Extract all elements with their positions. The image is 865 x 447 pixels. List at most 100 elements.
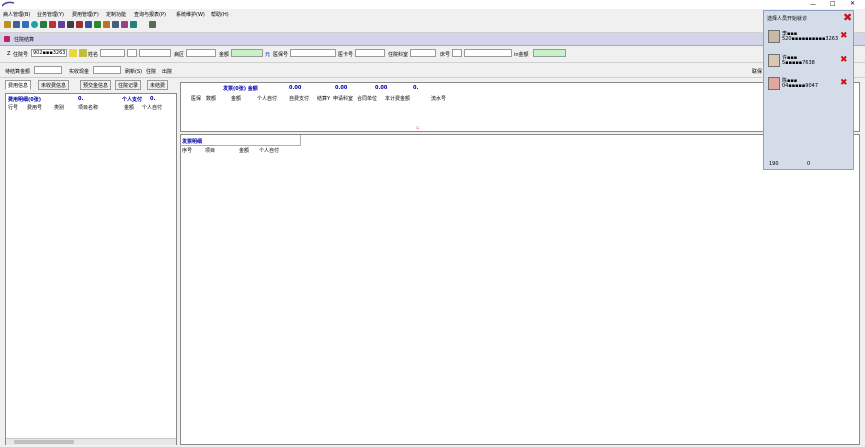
child-window-title: 住院结算 [0, 33, 865, 46]
personal-pay-label: 个人支付 [122, 97, 143, 103]
chooser-title: 选择人员开始就诊 [767, 16, 808, 22]
menu-business[interactable]: 业务管理(Y) [37, 11, 64, 18]
app-logo-icon [1, 1, 15, 7]
sum-col-8: 合同单位 [357, 96, 378, 102]
tab-unsettled[interactable]: 未结费 [147, 80, 169, 90]
invoice-summary-panel: 发票(0张) 金额 0.00 0.00 0.00 0. 医保 数额 金额 个人自… [180, 82, 860, 132]
sum-col-10: 流水号 [431, 96, 447, 102]
tab-admission-record[interactable]: 住院记录 [115, 80, 142, 90]
chooser-close-icon[interactable]: ✖ [843, 12, 852, 23]
toolbar-book-icon[interactable] [85, 21, 92, 28]
window-title: 住院结算 [14, 37, 35, 43]
right-cut-label: 联保 [752, 69, 763, 75]
cursor-marker: ▫ [416, 125, 420, 131]
card-no-label: 医卡号 [338, 52, 354, 58]
toolbar-open-icon[interactable] [4, 21, 11, 28]
medical-no-label: 医保号 [273, 52, 289, 58]
search-icon[interactable] [69, 49, 77, 57]
tab-strip: 费用信息 未收费信息 预交金信息 住院记录 未结费 [5, 80, 175, 92]
menu-report[interactable]: 查询与报表(P) [134, 11, 166, 18]
amount-input[interactable] [231, 49, 263, 57]
bed-no-label: 床号 [440, 52, 451, 58]
toolbar-globe-icon[interactable] [31, 21, 38, 28]
card-no-input[interactable] [355, 49, 385, 57]
menu-help[interactable]: 帮助(H) [211, 11, 229, 18]
col-personal: 个人自付 [142, 105, 163, 111]
sum-col-3: 金额 [231, 96, 242, 102]
fee-detail-title: 费用明细(0张) [8, 97, 42, 103]
person-item[interactable]: 许▪▪▪ 5▪▪▪▪▪7638 ✖ [768, 54, 850, 72]
refresh-button[interactable]: 刷新(S) [125, 68, 142, 75]
tab-unpaid-info[interactable]: 未收费信息 [38, 80, 70, 90]
toolbar-pen-icon[interactable] [121, 21, 128, 28]
toolbar-chart-icon[interactable] [76, 21, 83, 28]
menu-patient[interactable]: 病人管理(B) [3, 11, 30, 18]
menu-custom[interactable]: 定制功能 [106, 11, 126, 18]
person-id: 04▪▪▪▪▪9047 [782, 83, 819, 89]
avatar [768, 54, 780, 67]
toolbar-user-icon[interactable] [112, 21, 119, 28]
patient-chooser-panel: 选择人员开始就诊 ✖ 李▪▪▪ 520▪▪▪▪▪▪▪▪▪▪3263 ✖ 许▪▪▪… [763, 10, 854, 170]
inv-col-1: 序号 [182, 148, 193, 154]
toolbar-tree-icon[interactable] [94, 21, 101, 28]
admission-no-label: 住院号 [13, 52, 29, 58]
toolbar-sigma-icon[interactable] [67, 21, 74, 28]
remove-person-icon[interactable]: ✖ [840, 56, 848, 65]
dept-input[interactable] [410, 49, 436, 57]
actual-input[interactable] [93, 66, 121, 74]
inv-col-3: 金额 [239, 148, 250, 154]
toolbar-back-icon[interactable] [40, 21, 47, 28]
col-row-no: 行号 [8, 105, 19, 111]
person-item[interactable]: 陈▪▪▪ 04▪▪▪▪▪9047 ✖ [768, 77, 850, 95]
pay-input[interactable] [34, 66, 62, 74]
remove-person-icon[interactable]: ✖ [840, 32, 848, 41]
age-input[interactable] [139, 49, 171, 57]
summary-value-2: 0.00 [335, 85, 348, 91]
chooser-footer-left: 190 [769, 161, 779, 167]
menu-bar: 病人管理(B) 业务管理(Y) 费用管理(F) 定制功能 查询与报表(P) 系统… [0, 9, 865, 18]
name-label: 姓名 [88, 52, 99, 58]
discharge-button[interactable]: 出院 [162, 68, 172, 75]
toolbar-table-icon[interactable] [130, 21, 137, 28]
toolbar-calendar-icon[interactable] [58, 21, 65, 28]
extra-input[interactable] [464, 49, 512, 57]
menu-fee[interactable]: 费用管理(F) [72, 11, 99, 18]
admission-no-input[interactable]: 902▪▪▪3263 [31, 49, 67, 57]
card-icon[interactable] [79, 49, 87, 57]
pay-label: 待结算金额 [5, 69, 31, 75]
close-button[interactable]: ✕ [850, 0, 855, 7]
ward-input[interactable] [186, 49, 216, 57]
sum-col-5: 自费支付 [289, 96, 310, 102]
sum-col-2: 数额 [206, 96, 217, 102]
person-item[interactable]: 李▪▪▪ 520▪▪▪▪▪▪▪▪▪▪3263 ✖ [768, 30, 850, 48]
toolbar-grid-icon[interactable] [13, 21, 20, 28]
person-id: 520▪▪▪▪▪▪▪▪▪▪3263 [782, 36, 839, 42]
bed-no-input[interactable] [452, 49, 462, 57]
horizontal-scrollbar[interactable] [6, 438, 176, 445]
medical-no-input[interactable] [290, 49, 336, 57]
summary-value-3: 0.00 [375, 85, 388, 91]
gender-input[interactable] [127, 49, 137, 57]
summary-title: 发票(0张) 金额 [223, 86, 258, 92]
inv-col-2: 项目 [205, 148, 216, 154]
minimize-button[interactable]: — [810, 1, 816, 8]
name-input[interactable] [100, 49, 125, 57]
tab-fee-info[interactable]: 费用信息 [5, 80, 32, 90]
patient-info-row: Z 住院号 902▪▪▪3263 姓名 病区 金额 元 医保号 医卡号 住院科室… [0, 46, 865, 63]
sum-col-4: 个人自付 [257, 96, 278, 102]
tab-deposit-info[interactable]: 预交金信息 [80, 80, 112, 90]
remove-person-icon[interactable]: ✖ [840, 79, 848, 88]
avatar [768, 77, 780, 90]
toolbar-exit-icon[interactable] [149, 21, 156, 28]
menu-system[interactable]: 系统维护(W) [176, 11, 205, 18]
settle-button[interactable]: 住院 [146, 68, 156, 75]
ward-label: 病区 [174, 52, 185, 58]
in-amount-input[interactable] [533, 49, 566, 57]
maximize-button[interactable]: □ [830, 0, 836, 7]
sum-col-6: 结算Y [317, 96, 331, 102]
toolbar-copy-icon[interactable] [22, 21, 29, 28]
scroll-thumb[interactable] [14, 440, 74, 444]
payment-row: 待结算金额 实收现金 刷新(S) 住院 出院 联保 [0, 64, 865, 78]
toolbar-tag-icon[interactable] [49, 21, 56, 28]
toolbar-home-icon[interactable] [103, 21, 110, 28]
